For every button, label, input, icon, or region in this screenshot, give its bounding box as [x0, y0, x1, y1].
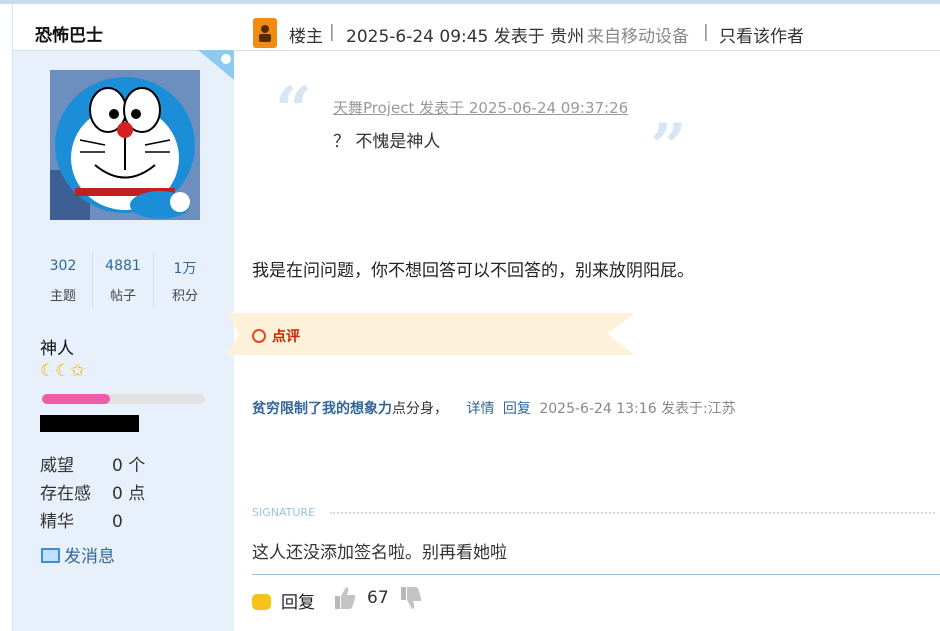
post-device: 来自移动设备 — [587, 27, 689, 47]
attr-presence-key: 存在感 — [40, 484, 91, 504]
post-body: 我是在问问题，你不想回答可以不回答的，别来放阴阳屁。 — [252, 261, 694, 281]
reply-button[interactable]: 回复 — [252, 588, 315, 613]
attr-digest: 精华 0 — [40, 507, 123, 532]
stat-credits-value: 1万 — [173, 261, 197, 277]
author-header: 恐怖巴士 — [13, 4, 234, 51]
footer-divider — [252, 574, 940, 575]
stat-posts-label: 帖子 — [109, 289, 136, 304]
quote-source-link[interactable]: 天舞Project 发表于 2025-06-24 09:37:26 — [333, 97, 628, 118]
header-separator: | — [329, 22, 335, 42]
author-stats: 302 主题 4881 帖子 1万 积分 — [33, 252, 213, 308]
quote-close-icon: ” — [650, 110, 687, 185]
post-datetime: 2025-6-24 09:45 发表于 贵州 — [346, 27, 585, 47]
thumbs-up-icon[interactable] — [334, 586, 356, 610]
send-message-label: 发消息 — [64, 547, 115, 567]
thumbs-down-icon[interactable] — [400, 586, 422, 610]
comment-circle-icon — [252, 329, 266, 343]
header-separator: | — [703, 22, 709, 42]
post-footer: 回复 67 — [252, 586, 940, 616]
doraemon-avatar-image — [50, 70, 200, 220]
level-progress-fill — [42, 394, 111, 404]
signature-text: 这人还没添加签名啦。别再看她啦 — [252, 543, 507, 563]
quote-text: ？ 不愧是神人 — [333, 132, 441, 152]
comment-meta: 2025-6-24 13:16 发表于:江苏 — [539, 401, 736, 417]
avatar[interactable] — [50, 70, 200, 220]
signature-label: SIGNATURE — [252, 506, 316, 519]
only-author-link[interactable]: 只看该作者 — [719, 22, 804, 47]
owner-badge-icon — [253, 18, 277, 48]
send-message-link[interactable]: 发消息 — [41, 542, 115, 567]
owner-label: 楼主 — [289, 27, 323, 47]
attr-prestige: 威望 0 个 — [40, 451, 145, 476]
author-sidebar: 恐怖巴士 302 主题 4881 帖子 1万 积分 神人 ☾☾✩ 威望 0 个 … — [12, 4, 234, 631]
comment-detail-link[interactable]: 详情 — [466, 401, 494, 417]
reply-button-label: 回复 — [281, 593, 315, 613]
level-progress-bar — [42, 394, 205, 404]
stat-credits-label: 积分 — [171, 289, 198, 304]
comment-author-link[interactable]: 贫穷限制了我的想象力 — [252, 401, 392, 417]
envelope-icon — [41, 548, 60, 563]
stat-posts[interactable]: 4881 帖子 — [93, 252, 153, 308]
attr-digest-key: 精华 — [40, 512, 74, 532]
stat-posts-value: 4881 — [105, 258, 141, 274]
comment-entry: 贫穷限制了我的想象力点分身， 详情 回复 2025-6-24 13:16 发表于… — [252, 398, 736, 418]
stat-topics-label: 主题 — [49, 289, 76, 304]
comment-reply-link[interactable]: 回复 — [503, 401, 531, 417]
signature-divider — [330, 512, 935, 514]
quote-open-icon: “ — [275, 73, 312, 148]
redacted-box — [40, 415, 139, 432]
attr-digest-value: 0 — [112, 512, 123, 532]
attr-prestige-value: 0 个 — [112, 456, 146, 476]
stat-credits[interactable]: 1万 积分 — [155, 252, 215, 308]
like-count: 67 — [367, 588, 389, 608]
rank-title: 神人 — [40, 339, 74, 359]
post-header: 楼主 | 2025-6-24 09:45 发表于 贵州 来自移动设备 | 只看该… — [233, 4, 940, 51]
stat-divider — [153, 252, 154, 308]
author-username[interactable]: 恐怖巴士 — [35, 21, 103, 46]
comment-label[interactable]: 点评 — [272, 326, 300, 346]
attr-prestige-key: 威望 — [40, 456, 74, 476]
rank-stars-icon: ☾☾✩ — [40, 361, 85, 381]
attr-presence-value: 0 点 — [112, 484, 146, 504]
comment-action: 点分身， — [392, 401, 448, 417]
attr-presence: 存在感 0 点 — [40, 479, 145, 504]
online-corner-icon — [198, 50, 234, 80]
stat-topics-value: 302 — [49, 258, 77, 274]
reply-bubble-icon — [252, 594, 271, 610]
stat-topics[interactable]: 302 主题 — [33, 252, 93, 308]
